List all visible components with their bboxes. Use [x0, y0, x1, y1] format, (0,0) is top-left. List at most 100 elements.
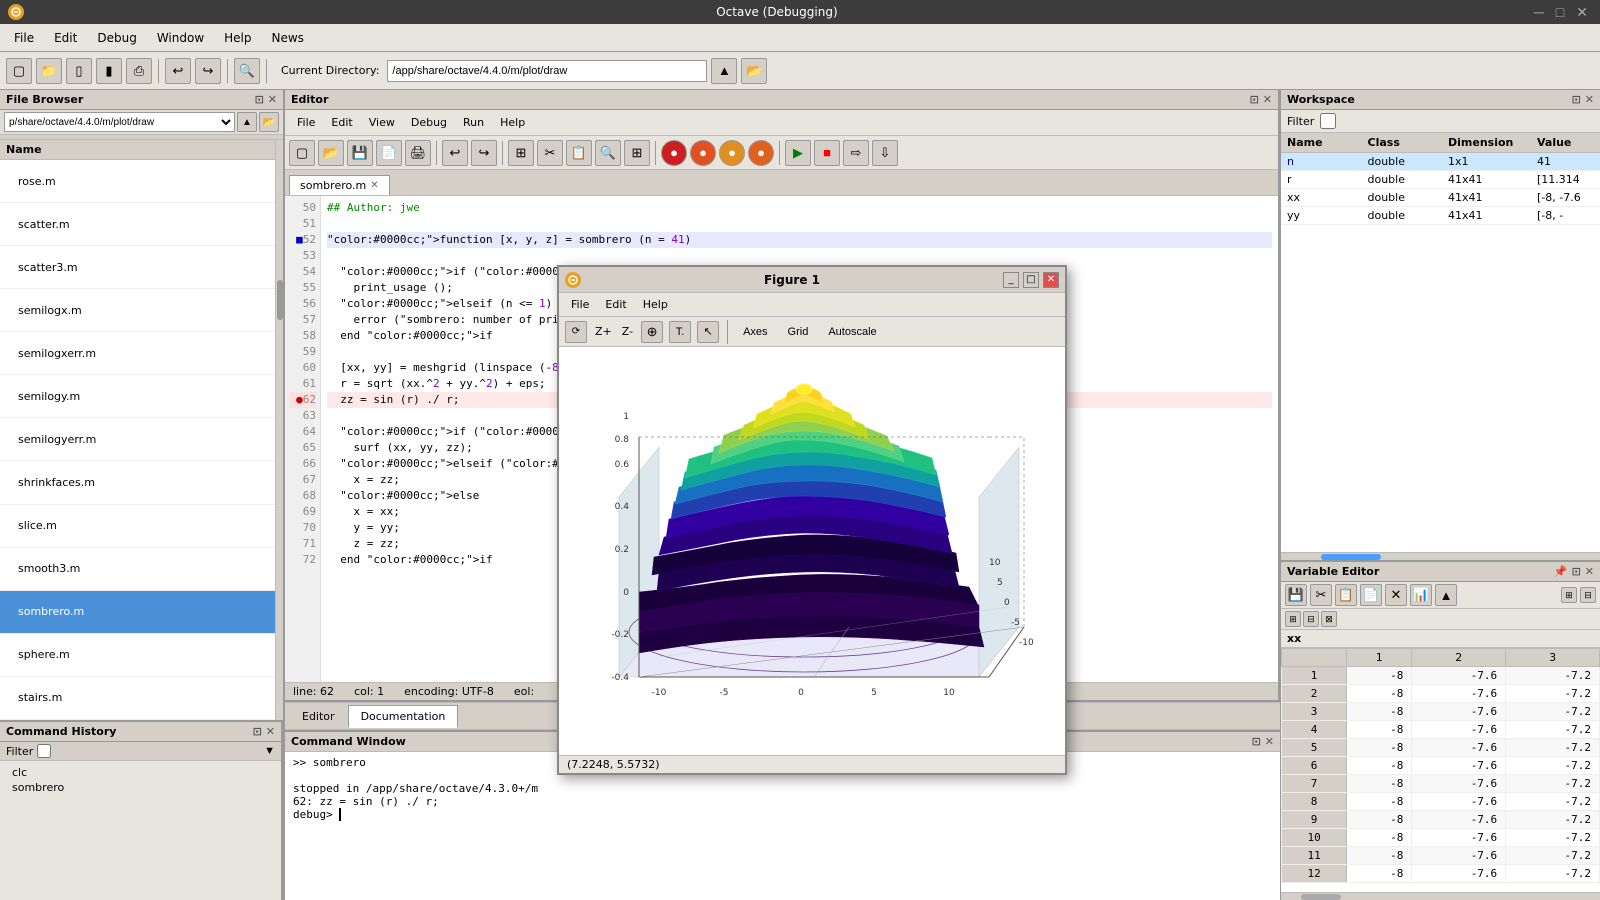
ve-data-row[interactable]: 1-8-7.6-7.2 [1282, 667, 1600, 685]
ve-save-btn[interactable]: 💾 [1285, 584, 1307, 606]
ve-plot-btn[interactable]: 📊 [1410, 584, 1432, 606]
fb-close-icon[interactable]: ✕ [268, 93, 277, 106]
ed-dbg-icon2[interactable]: ⇩ [872, 140, 898, 166]
ve-paste-btn[interactable]: 📄 [1360, 584, 1382, 606]
fb-file-row[interactable]: rose.m [0, 160, 275, 203]
tab-sombrero-close[interactable]: ✕ [370, 180, 378, 191]
fb-file-row[interactable]: scatter.m [0, 203, 275, 246]
fig-tb-grid-btn[interactable]: Grid [781, 323, 816, 341]
ch-close-icon[interactable]: ✕ [266, 725, 275, 738]
fb-file-row[interactable]: semilogx.m [0, 289, 275, 332]
ed-save-btn[interactable]: 💾 [347, 140, 373, 166]
ed-stop-btn[interactable]: ■ [814, 140, 840, 166]
ed-redo-btn[interactable]: ↪ [471, 140, 497, 166]
ed-zoom-btn[interactable]: ⊞ [624, 140, 650, 166]
fb-file-row[interactable]: smooth3.m [0, 547, 275, 590]
fb-file-row[interactable]: semilogyerr.m [0, 418, 275, 461]
em-view[interactable]: View [361, 114, 403, 131]
tab-editor[interactable]: Editor [289, 705, 348, 728]
fig-tb-axes-btn[interactable]: Axes [736, 323, 774, 341]
ed-run-btn[interactable]: ▶ [785, 140, 811, 166]
ed-debug-btn3[interactable]: ● [719, 140, 745, 166]
ve-cut-btn[interactable]: ✂ [1310, 584, 1332, 606]
fig-menu-help[interactable]: Help [635, 296, 676, 313]
em-edit[interactable]: Edit [323, 114, 360, 131]
ws-filter-checkbox[interactable] [1320, 113, 1336, 129]
ed-cut-btn[interactable]: ✂ [537, 140, 563, 166]
minimize-btn[interactable]: ─ [1530, 4, 1548, 21]
ws-data-row[interactable]: xxdouble41x41[-8, -7.6 [1281, 189, 1600, 207]
fb-file-row[interactable]: slice.m [0, 504, 275, 547]
fig-tb-autoscale-btn[interactable]: Autoscale [821, 323, 883, 341]
undo-btn[interactable]: ↩ [165, 58, 191, 84]
ws-col-class[interactable]: Class [1362, 133, 1443, 153]
ve-extra-btn3[interactable]: ⊠ [1321, 611, 1337, 627]
fig-tb-text-btn[interactable]: T. [669, 321, 691, 343]
menu-debug[interactable]: Debug [87, 27, 146, 49]
tab-documentation[interactable]: Documentation [348, 705, 459, 728]
ve-extra-btn1[interactable]: ⊞ [1285, 611, 1301, 627]
ws-data-row[interactable]: ndouble1x141 [1281, 153, 1600, 171]
ve-table-area[interactable]: 1 2 3 1-8-7.6-7.22-8-7.6-7.23-8-7.6-7.24… [1281, 648, 1600, 892]
ed-dbg-icon1[interactable]: ⇨ [843, 140, 869, 166]
fb-file-row[interactable]: stairs.m [0, 676, 275, 719]
fig-menu-file[interactable]: File [563, 296, 597, 313]
fb-path-browse-btn[interactable]: 📂 [259, 112, 279, 132]
ve-data-row[interactable]: 10-8-7.6-7.2 [1282, 829, 1600, 847]
fb-path-select[interactable]: p/share/octave/4.4.0/m/plot/draw [4, 112, 235, 132]
ve-data-row[interactable]: 6-8-7.6-7.2 [1282, 757, 1600, 775]
ws-col-name[interactable]: Name [1281, 133, 1362, 153]
redo-btn[interactable]: ↪ [195, 58, 221, 84]
ve-extra-btn2[interactable]: ⊟ [1303, 611, 1319, 627]
fig-tb-cursor-btn[interactable]: ↖ [697, 321, 719, 343]
ed-undo-btn[interactable]: ↩ [442, 140, 468, 166]
ve-clear-btn[interactable]: ✕ [1385, 584, 1407, 606]
ve-close-icon[interactable]: ✕ [1585, 565, 1594, 578]
find-btn[interactable]: 🔍 [234, 58, 260, 84]
menu-window[interactable]: Window [147, 27, 214, 49]
ve-expand-btn[interactable]: ⊞ [1561, 587, 1577, 603]
fig-tb-rotate-btn[interactable]: ⟳ [565, 321, 587, 343]
fig-close-btn[interactable]: ✕ [1043, 272, 1059, 288]
fb-file-row[interactable]: shrinkfaces.m [0, 461, 275, 504]
ve-data-row[interactable]: 9-8-7.6-7.2 [1282, 811, 1600, 829]
ws-data-row[interactable]: rdouble41x41[11.314 [1281, 171, 1600, 189]
editor-undock-icon[interactable]: ⊡ [1250, 93, 1259, 106]
em-help[interactable]: Help [492, 114, 533, 131]
ve-copy-btn[interactable]: 📋 [1335, 584, 1357, 606]
print-btn[interactable]: ⎙ [126, 58, 152, 84]
cw-close-icon[interactable]: ✕ [1265, 735, 1274, 748]
menu-help[interactable]: Help [214, 27, 261, 49]
copy-btn[interactable]: ▯ [66, 58, 92, 84]
fig-tb-zoomin[interactable]: Z+ [595, 325, 612, 338]
ed-debug-btn2[interactable]: ● [690, 140, 716, 166]
ve-data-row[interactable]: 12-8-7.6-7.2 [1282, 865, 1600, 883]
menu-file[interactable]: File [4, 27, 44, 49]
editor-close-icon[interactable]: ✕ [1263, 93, 1272, 106]
fig-menu-edit[interactable]: Edit [597, 296, 634, 313]
fb-file-row[interactable]: semilogy.m [0, 375, 275, 418]
fb-file-row[interactable]: sombrero.m [0, 590, 275, 633]
cmd-prompt[interactable]: debug> [293, 808, 1272, 821]
ed-find-btn[interactable]: 🔍 [595, 140, 621, 166]
ve-hscrollbar-thumb[interactable] [1301, 894, 1341, 900]
fig-tb-pan-btn[interactable]: ⊕ [641, 321, 663, 343]
ed-debug-btn4[interactable]: ● [748, 140, 774, 166]
menu-news[interactable]: News [262, 27, 314, 49]
ve-data-row[interactable]: 5-8-7.6-7.2 [1282, 739, 1600, 757]
ve-data-row[interactable]: 11-8-7.6-7.2 [1282, 847, 1600, 865]
fb-file-row[interactable]: semilogxerr.m [0, 332, 275, 375]
fb-col-name[interactable]: Name [0, 140, 275, 160]
ve-data-row[interactable]: 2-8-7.6-7.2 [1282, 685, 1600, 703]
ws-data-row[interactable]: yydouble41x41[-8, - [1281, 207, 1600, 225]
ve-data-row[interactable]: 7-8-7.6-7.2 [1282, 775, 1600, 793]
dir-browse-btn[interactable]: 📂 [741, 58, 767, 84]
ed-print-btn[interactable]: 🖨 [405, 140, 431, 166]
menu-edit[interactable]: Edit [44, 27, 87, 49]
fb-file-row[interactable]: sphere.m [0, 633, 275, 676]
ve-up-btn[interactable]: ▲ [1435, 584, 1457, 606]
maximize-btn[interactable]: □ [1552, 4, 1568, 21]
fig-minimize-btn[interactable]: _ [1003, 272, 1019, 288]
ws-col-dim[interactable]: Dimension [1442, 133, 1531, 153]
ch-sort-btn[interactable]: ▼ [264, 745, 275, 757]
